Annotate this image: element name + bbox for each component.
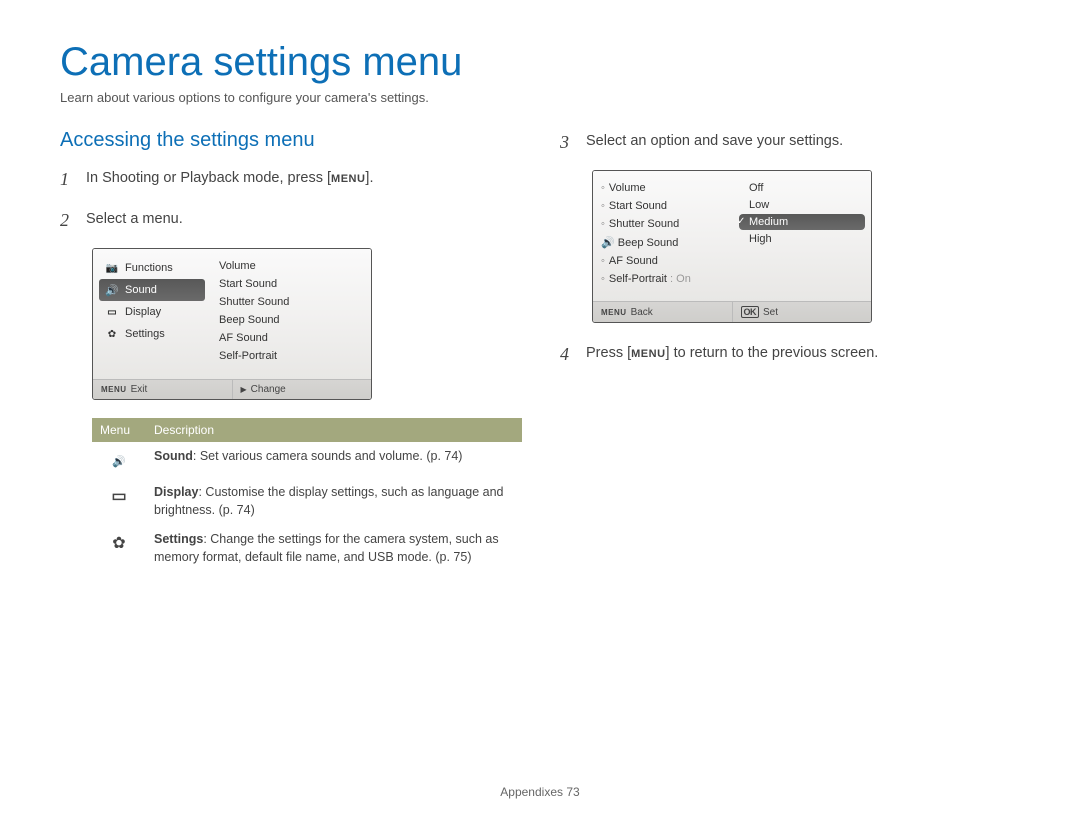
step-2: 2 Select a menu. — [60, 207, 520, 234]
ok-icon: OK — [741, 306, 760, 318]
option-values: Off Low Medium High — [733, 171, 871, 301]
sound-icon — [105, 283, 119, 297]
camera-screen-option: Volume Start Sound Shutter Sound Beep So… — [592, 170, 872, 323]
section-heading: Accessing the settings menu — [60, 129, 520, 152]
page-footer: Appendixes 73 — [0, 785, 1080, 799]
step-3: 3 Select an option and save your setting… — [560, 129, 1020, 156]
triangle-right-icon — [241, 384, 247, 395]
display-icon — [105, 305, 119, 319]
option-high: High — [739, 231, 865, 247]
table-row: Sound: Set various camera sounds and vol… — [92, 442, 522, 478]
menu-item-functions: Functions — [99, 257, 205, 279]
menu-options: Volume Start Sound Shutter Sound Beep So… — [211, 249, 371, 379]
footer-exit: MENUExit — [93, 380, 232, 399]
menu-item-display: Display — [99, 301, 205, 323]
page-title: Camera settings menu — [60, 40, 1020, 84]
footer-back: MENUBack — [593, 302, 732, 322]
sound-icon — [601, 237, 615, 249]
footer-change: Change — [232, 380, 372, 399]
camera-icon — [105, 261, 119, 275]
gear-icon — [105, 327, 119, 341]
menu-categories: Functions Sound Display Settings — [93, 249, 211, 379]
gear-icon — [112, 535, 125, 552]
footer-set: OKSet — [732, 302, 872, 322]
step-4: 4 Press [MENU] to return to the previous… — [560, 341, 1020, 368]
table-header-menu: Menu — [92, 418, 146, 442]
option-medium: Medium — [739, 214, 865, 230]
option-low: Low — [739, 197, 865, 213]
table-row: Display: Customise the display settings,… — [92, 478, 522, 525]
display-icon — [111, 488, 126, 505]
menu-button-label: MENU — [631, 348, 665, 360]
table-header-description: Description — [146, 418, 522, 442]
option-off: Off — [739, 180, 865, 196]
step-1: 1 In Shooting or Playback mode, press [M… — [60, 166, 520, 193]
table-row: Settings: Change the settings for the ca… — [92, 525, 522, 572]
menu-description-table: Menu Description Sound: Set various came… — [92, 418, 522, 572]
page-subtitle: Learn about various options to configure… — [60, 90, 1020, 105]
camera-screen-menu: Functions Sound Display Settings Volume … — [92, 248, 372, 400]
menu-button-label: MENU — [331, 173, 365, 185]
menu-item-sound: Sound — [99, 279, 205, 301]
sound-icon — [112, 452, 126, 469]
option-list: Volume Start Sound Shutter Sound Beep So… — [593, 171, 733, 301]
menu-item-settings: Settings — [99, 323, 205, 345]
